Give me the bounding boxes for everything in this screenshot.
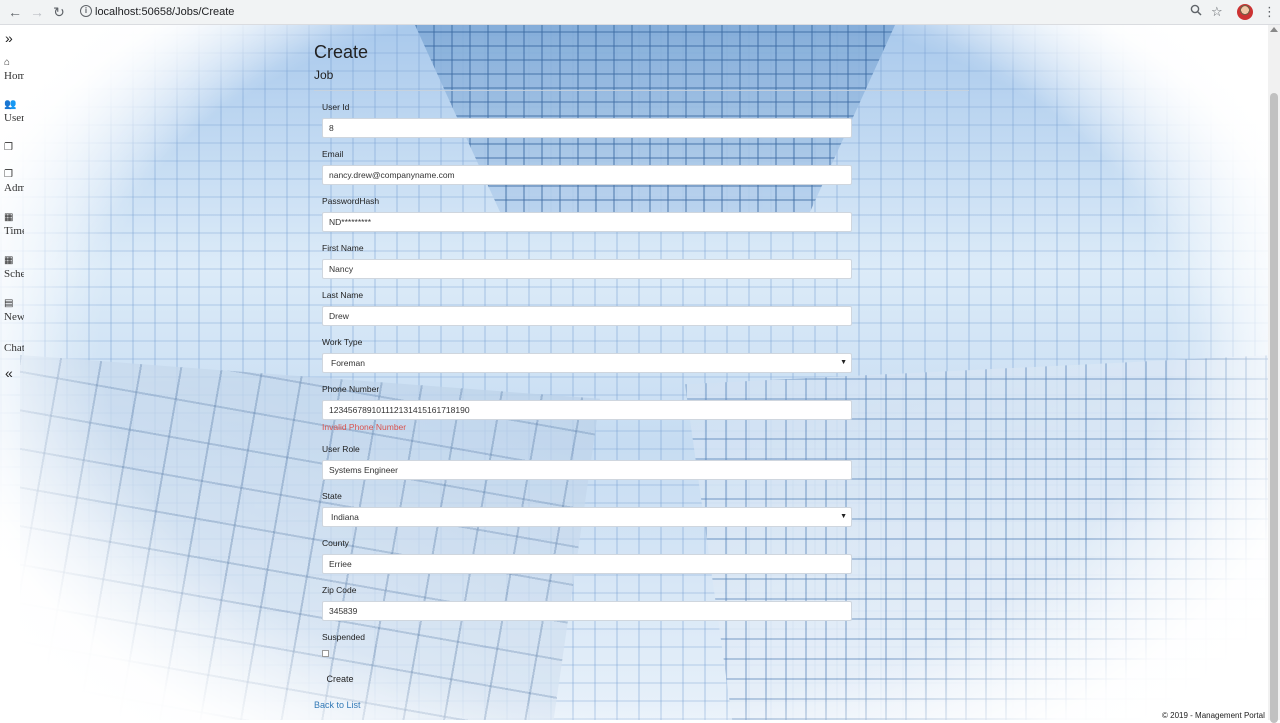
first-name-label: First Name [322, 243, 364, 253]
caret-down-icon: ▼ [840, 513, 847, 520]
phone-number-error: Invalid Phone Number [322, 422, 407, 432]
phone-number-input[interactable]: 123456789101112131415161718190 [322, 400, 852, 420]
reload-icon[interactable]: ↻ [50, 3, 68, 21]
email-input[interactable]: nancy.drew@companyname.com [322, 165, 852, 185]
sidebar-item-news[interactable]: ▤ New [4, 298, 24, 324]
arrow-left-icon[interactable]: ← [6, 3, 24, 21]
sidebar-item-label: User [4, 112, 24, 124]
create-button[interactable]: Create [322, 671, 358, 688]
phone-number-label: Phone Number [322, 384, 380, 394]
password-hash-input[interactable]: ND********* [322, 212, 852, 232]
sidebar-item-label: New [4, 311, 24, 323]
copy-icon: ❐ [4, 169, 13, 180]
browser-toolbar: ← → ↻ i localhost:50658/Jobs/Create ☆ ⋮ [0, 0, 1280, 25]
users-icon: 👥 [4, 99, 17, 110]
suspended-checkbox[interactable] [322, 650, 329, 657]
first-name-input[interactable]: Nancy [322, 259, 852, 279]
home-icon: ⌂ [4, 57, 11, 68]
sidebar-item-label: Adm [4, 182, 24, 194]
sidebar-item-schedule[interactable]: ▦ Sche [4, 255, 24, 281]
state-label: State [322, 491, 342, 501]
calendar-icon: ▦ [4, 212, 14, 223]
sidebar-item-home[interactable]: ⌂ Hom [4, 57, 24, 83]
caret-down-icon: ▼ [840, 359, 847, 366]
scroll-up-icon[interactable] [1270, 27, 1278, 32]
suspended-label: Suspended [322, 632, 366, 642]
sidebar: » ⌂ Hom 👥 User ❐ ❐ Adm ▦ Time ▦ Sche ▤ N… [0, 25, 24, 425]
work-type-label: Work Type [322, 337, 363, 347]
divider [314, 90, 969, 91]
page-subtitle: Job [314, 68, 334, 82]
info-icon[interactable]: i [80, 5, 92, 17]
kebab-menu-icon[interactable]: ⋮ [1263, 4, 1276, 20]
newspaper-icon: ▤ [4, 298, 14, 309]
last-name-label: Last Name [322, 290, 364, 300]
double-chevron-right-icon[interactable]: » [5, 31, 13, 45]
arrow-right-icon[interactable]: → [28, 3, 46, 21]
password-hash-label: PasswordHash [322, 196, 380, 206]
county-input[interactable]: Erriee [322, 554, 852, 574]
address-bar[interactable]: localhost:50658/Jobs/Create [95, 6, 234, 18]
page-scrollbar[interactable] [1268, 25, 1280, 723]
county-label: County [322, 538, 349, 548]
scroll-thumb[interactable] [1270, 93, 1278, 723]
sidebar-item-label: Chat [4, 342, 24, 354]
footer-copyright: © 2019 - Management Portal [1162, 711, 1265, 720]
page-title: Create [314, 42, 369, 62]
user-id-input[interactable]: 8 [322, 118, 852, 138]
last-name-input[interactable]: Drew [322, 306, 852, 326]
zip-code-input[interactable]: 345839 [322, 601, 852, 621]
state-select[interactable]: Indiana ▼ [322, 507, 852, 527]
work-type-select[interactable]: Foreman ▼ [322, 353, 852, 373]
sidebar-item-label: Hom [4, 70, 24, 82]
zip-code-label: Zip Code [322, 585, 357, 595]
avatar[interactable] [1237, 4, 1253, 20]
sidebar-item-time[interactable]: ▦ Time [4, 212, 24, 238]
calendar-icon: ▦ [4, 255, 14, 266]
magnifier-icon[interactable] [1190, 4, 1202, 20]
sidebar-item-label: Time [4, 225, 24, 237]
star-icon[interactable]: ☆ [1211, 4, 1223, 20]
work-type-value: Foreman [331, 358, 366, 368]
double-chevron-left-icon[interactable]: « [5, 366, 13, 380]
sidebar-item-chat[interactable]: Chat [4, 341, 24, 355]
user-id-label: User Id [322, 102, 350, 112]
back-to-list-link[interactable]: Back to List [314, 700, 361, 710]
sidebar-item-label: Sche [4, 268, 24, 280]
copy-icon: ❐ [4, 142, 13, 153]
state-value: Indiana [331, 512, 359, 522]
sidebar-item-copy[interactable]: ❐ [4, 142, 24, 154]
user-role-input[interactable]: Systems Engineer [322, 460, 852, 480]
sidebar-item-admin[interactable]: ❐ Adm [4, 169, 24, 195]
email-label: Email [322, 149, 344, 159]
user-role-label: User Role [322, 444, 360, 454]
sidebar-item-users[interactable]: 👥 User [4, 99, 24, 125]
